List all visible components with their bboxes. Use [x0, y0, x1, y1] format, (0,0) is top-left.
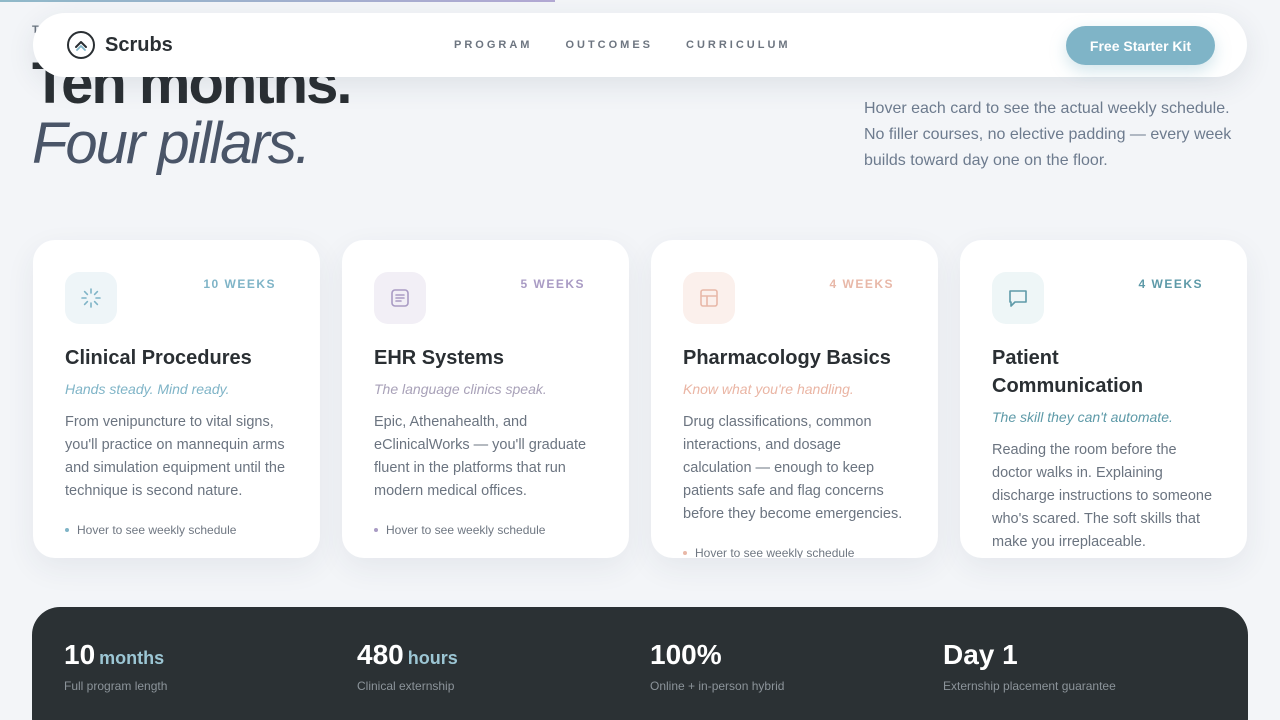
bullet-dot: [65, 528, 69, 532]
nav-link-outcomes[interactable]: OUTCOMES: [565, 39, 653, 51]
stat-value: 480: [357, 639, 404, 670]
card-body: Reading the room before the doctor walks…: [992, 442, 1213, 550]
chat-bubble-icon: [992, 272, 1044, 324]
card-tagline: Hands steady. Mind ready.: [65, 381, 230, 397]
card-title: Patient Communication: [992, 347, 1144, 397]
bullet-dot: [374, 528, 378, 532]
stat-value-row: 100%: [650, 639, 784, 671]
nav-link-program[interactable]: PROGRAM: [454, 39, 532, 51]
bullet-dot: [683, 551, 687, 555]
card-hint: Hover to see weekly schedule: [374, 523, 545, 537]
stat-placement-guarantee: Day 1 Externship placement guarantee: [943, 639, 1116, 693]
card-hint-label: Hover to see weekly schedule: [77, 523, 237, 537]
card-body: Epic, Athenahealth, and eClinicalWorks —…: [374, 414, 587, 499]
card-tagline: The language clinics speak.: [374, 381, 547, 397]
stat-label: Clinical externship: [357, 679, 455, 693]
nav-link-curriculum[interactable]: CURRICULUM: [686, 39, 791, 51]
card-body: From venipuncture to vital signs, you'll…: [65, 414, 286, 499]
card-clinical-procedures[interactable]: 10 WEEKS Clinical Procedures Hands stead…: [33, 240, 320, 558]
document-icon: [374, 272, 426, 324]
stat-value: Day 1: [943, 639, 1018, 670]
hero-subtitle: Four pillars.: [32, 111, 311, 176]
card-weeks: 5 WEEKS: [520, 277, 585, 291]
stat-label: Externship placement guarantee: [943, 679, 1116, 693]
card-tagline: Know what you're handling.: [683, 381, 854, 397]
card-ehr-systems[interactable]: 5 WEEKS EHR Systems The language clinics…: [342, 240, 629, 558]
stat-hybrid: 100% Online + in-person hybrid: [650, 639, 784, 693]
stat-value: 10: [64, 639, 96, 670]
card-title: Clinical Procedures: [65, 347, 252, 369]
stat-program-length: 10 months Full program length: [64, 639, 167, 693]
stat-value: 100%: [650, 639, 722, 670]
stat-value-row: 10 months: [64, 639, 167, 671]
card-title: EHR Systems: [374, 347, 505, 369]
card-weeks: 4 WEEKS: [1138, 277, 1203, 291]
stat-unit: hours: [407, 648, 458, 668]
card-hint-label: Hover to see weekly schedule: [695, 546, 855, 558]
card-patient-communication[interactable]: 4 WEEKS Patient Communication The skill …: [960, 240, 1247, 558]
card-hint: Hover to see weekly schedule: [683, 546, 854, 558]
stat-label: Online + in-person hybrid: [650, 679, 785, 693]
stat-label: Full program length: [64, 679, 168, 693]
brand-name: Scrubs: [105, 33, 173, 56]
card-title: Pharmacology Basics: [683, 347, 891, 369]
logo-chevron-icon: [67, 31, 95, 59]
top-navigation: Scrubs PROGRAM OUTCOMES CURRICULUM Free …: [33, 13, 1247, 77]
card-tagline: The skill they can't automate.: [992, 409, 1173, 425]
stat-value-row: Day 1: [943, 639, 1116, 671]
stat-unit: months: [99, 648, 165, 668]
grid-icon: [683, 272, 735, 324]
spinner-icon: [65, 272, 117, 324]
stats-band: 10 months Full program length 480 hours Cl…: [32, 607, 1248, 720]
scroll-progress-bar: [0, 0, 555, 2]
stat-value-row: 480 hours: [357, 639, 458, 671]
card-hint: Hover to see weekly schedule: [65, 523, 236, 537]
card-weeks: 4 WEEKS: [829, 277, 894, 291]
card-weeks: 10 WEEKS: [203, 277, 276, 291]
card-body: Drug classifications, common interaction…: [683, 414, 903, 522]
stat-externship-hours: 480 hours Clinical externship: [357, 639, 458, 693]
hero-description: Hover each card to see the actual weekly…: [864, 100, 1232, 169]
card-hint-label: Hover to see weekly schedule: [386, 523, 546, 537]
card-pharmacology-basics[interactable]: 4 WEEKS Pharmacology Basics Know what yo…: [651, 240, 938, 558]
nav-links: PROGRAM OUTCOMES CURRICULUM: [454, 39, 824, 51]
free-starter-kit-button[interactable]: Free Starter Kit: [1066, 26, 1215, 65]
brand-logo[interactable]: Scrubs: [67, 31, 173, 59]
